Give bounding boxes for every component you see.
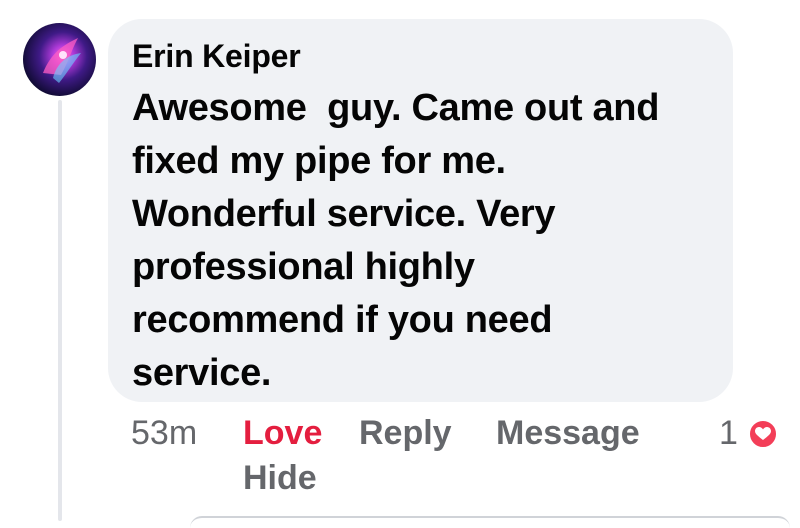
comment-bubble: Erin Keiper Awesome guy. Came out and fi… — [108, 19, 733, 402]
reply-button[interactable]: Reply — [359, 413, 452, 453]
next-comment-edge — [190, 516, 790, 528]
avatar[interactable] — [23, 23, 96, 96]
reaction-count[interactable]: 1 — [719, 413, 738, 453]
heart-icon[interactable] — [748, 419, 778, 449]
message-button[interactable]: Message — [496, 413, 640, 453]
hide-button[interactable]: Hide — [243, 458, 317, 498]
love-button[interactable]: Love — [243, 413, 322, 453]
comment-author[interactable]: Erin Keiper — [132, 37, 709, 75]
comment-text: Awesome guy. Came out and fixed my pipe … — [132, 87, 660, 394]
thread-line — [58, 100, 62, 521]
comment-timestamp[interactable]: 53m — [131, 413, 197, 453]
